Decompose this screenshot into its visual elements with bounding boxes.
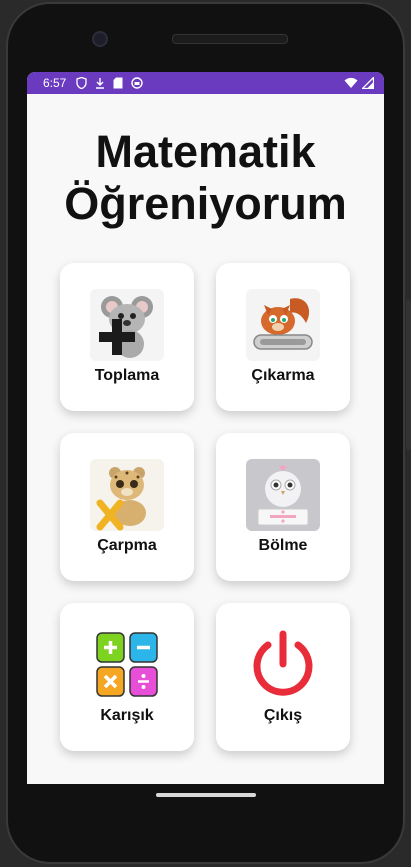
home-gesture-bar[interactable] xyxy=(156,793,256,797)
exit-card[interactable]: Çıkış xyxy=(216,603,350,751)
card-label: Toplama xyxy=(94,367,160,384)
mixed-card[interactable]: Karışık xyxy=(60,603,194,751)
side-button xyxy=(406,300,411,450)
card-label: Karışık xyxy=(100,707,154,724)
status-bar: 6:57 xyxy=(27,72,384,94)
squirrel-minus-image xyxy=(246,289,320,361)
page-title: Matematik Öğreniyorum xyxy=(27,126,384,230)
division-card[interactable]: Bölme xyxy=(216,433,350,581)
addition-card[interactable]: Toplama xyxy=(60,263,194,411)
camera-icon xyxy=(92,31,108,47)
sd-card-icon xyxy=(113,77,123,89)
title-line-2: Öğreniyorum xyxy=(64,178,347,229)
cheetah-times-image xyxy=(90,459,164,531)
title-line-1: Matematik xyxy=(95,126,316,177)
owl-divide-image xyxy=(246,459,320,531)
wifi-icon xyxy=(344,77,358,88)
card-label: Çıkarma xyxy=(251,367,315,384)
power-icon xyxy=(253,630,313,696)
signal-icon xyxy=(362,77,374,89)
card-label: Bölme xyxy=(258,537,308,554)
mixed-operations-icon xyxy=(96,632,158,697)
app-icon xyxy=(131,77,144,89)
subtraction-card[interactable]: Çıkarma xyxy=(216,263,350,411)
navigation-bar xyxy=(27,784,384,824)
download-icon xyxy=(96,78,105,89)
shield-icon xyxy=(76,77,88,89)
koala-plus-image xyxy=(90,289,164,361)
status-time: 6:57 xyxy=(43,76,67,90)
app-screen: 6:57 Matematik Öğreniyorum Toplama Çıkar… xyxy=(27,72,384,784)
speaker-grille xyxy=(172,34,288,44)
card-label: Çıkış xyxy=(263,707,303,724)
multiplication-card[interactable]: Çarpma xyxy=(60,433,194,581)
card-label: Çarpma xyxy=(97,537,157,554)
